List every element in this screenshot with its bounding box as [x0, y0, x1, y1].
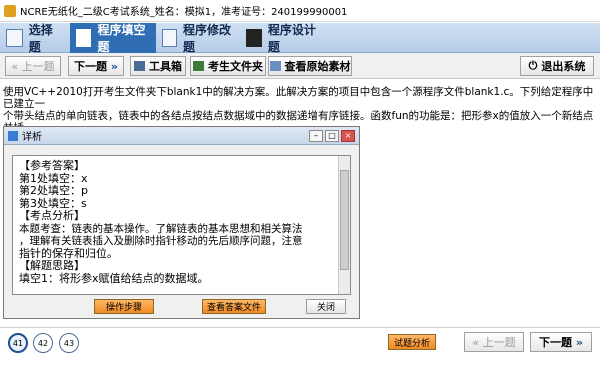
dialog-title: 详析 [22, 132, 42, 143]
window-controls: – □ × [309, 130, 355, 142]
chart-icon [162, 28, 178, 47]
bottom-next-button[interactable]: 下一题 » [530, 332, 592, 352]
grid-icon [76, 28, 92, 47]
page-number: 43 [63, 338, 75, 348]
scrollbar-thumb[interactable] [340, 170, 349, 270]
tab-modify-label: 程序修改题 [183, 22, 232, 54]
tab-choice[interactable]: 选择题 [0, 22, 70, 54]
operation-steps-label: 操作步骤 [105, 303, 142, 313]
analysis-text-area[interactable]: 【参考答案】 第1处填空：x 第2处填空：p 第3处填空：s 【考点分析】 本题… [12, 155, 351, 295]
window-titlebar: NCRE无纸化_二级C考试系统_姓名：模拟1，准考证号：240199990001 [0, 0, 600, 22]
page-42-button[interactable]: 42 [33, 333, 53, 353]
analysis-line: 【考点分析】 [19, 209, 85, 222]
dialog-close-button[interactable]: 关闭 [306, 299, 346, 314]
operation-steps-button[interactable]: 操作步骤 [94, 299, 154, 314]
question-type-tabs: 选择题 程序填空题 程序修改题 程序设计题 [0, 22, 600, 54]
chevron-left-icon: « [11, 59, 22, 73]
toolbar: « 上一题 下一题 » 工具箱 考生文件夹 查看原始素材 ⏻ 退出系统 [0, 53, 600, 79]
image-icon [269, 61, 281, 71]
toolbox-label: 工具箱 [149, 60, 182, 73]
bottom-prev-label: 上一题 [482, 336, 516, 349]
toolbox-icon [134, 61, 145, 71]
analysis-line: 第2处填空：p [19, 184, 88, 197]
tab-choice-label: 选择题 [28, 22, 53, 54]
problem-line: 使用VC++2010打开考生文件夹下blank1中的解决方案。此解决方案的项目中… [3, 86, 594, 110]
page-43-button[interactable]: 43 [59, 333, 79, 353]
page-number: 42 [37, 338, 49, 348]
dialog-icon [8, 130, 18, 141]
folder-icon [193, 61, 204, 71]
chevron-right-icon: » [572, 335, 583, 349]
dialog-close-label: 关闭 [316, 303, 335, 313]
prev-question-label: 上一题 [21, 60, 55, 73]
toolbox-button[interactable]: 工具箱 [130, 56, 186, 76]
student-folder-button[interactable]: 考生文件夹 [190, 56, 266, 76]
analysis-line: 【解题思路】 [19, 259, 85, 272]
monitor-icon [246, 28, 262, 47]
question-analysis-label: 试题分析 [393, 338, 430, 349]
close-icon[interactable]: × [341, 130, 355, 142]
bottom-next-label: 下一题 [539, 336, 573, 349]
tab-design[interactable]: 程序设计题 [240, 22, 328, 54]
view-source-button[interactable]: 查看原始素材 [268, 56, 352, 76]
student-folder-label: 考生文件夹 [208, 60, 263, 73]
window-title: NCRE无纸化_二级C考试系统_姓名：模拟1，准考证号：240199990001 [20, 7, 348, 18]
chevron-left-icon: « [472, 335, 483, 349]
app-logo-icon [4, 4, 16, 17]
analysis-line: 填空1：将形参x赋值给结点的数据域。 [19, 271, 209, 285]
list-icon [6, 28, 23, 47]
vertical-scrollbar[interactable] [338, 156, 350, 294]
chevron-right-icon: » [107, 59, 118, 73]
next-question-label: 下一题 [74, 60, 108, 73]
tab-modify[interactable]: 程序修改题 [156, 22, 240, 54]
tab-fill-blank[interactable]: 程序填空题 [70, 22, 156, 54]
view-source-label: 查看原始素材 [284, 60, 351, 73]
maximize-icon[interactable]: □ [325, 130, 339, 142]
analysis-dialog: 详析 – □ × 【参考答案】 第1处填空：x 第2处填空：p 第3处填空：s … [3, 126, 360, 319]
view-answer-file-label: 查看答案文件 [206, 303, 261, 313]
analysis-line: 本题考查：链表的基本操作。了解链表的基本思想和相关算法 [19, 222, 303, 235]
prev-question-button[interactable]: « 上一题 [5, 56, 61, 76]
view-answer-file-button[interactable]: 查看答案文件 [202, 299, 266, 314]
tab-fill-blank-label: 程序填空题 [97, 22, 146, 54]
dialog-titlebar: 详析 – □ × [4, 127, 359, 145]
next-question-button[interactable]: 下一题 » [68, 56, 124, 76]
analysis-line: 【参考答案】 [19, 159, 85, 172]
question-analysis-button[interactable]: 试题分析 [388, 334, 436, 350]
exit-system-label: 退出系统 [541, 60, 586, 73]
page-number: 41 [12, 338, 24, 348]
bottom-prev-button[interactable]: « 上一题 [464, 332, 524, 352]
power-icon: ⏻ [528, 59, 538, 72]
minimize-icon[interactable]: – [309, 130, 323, 142]
exit-system-button[interactable]: ⏻ 退出系统 [520, 56, 594, 76]
page-41-button[interactable]: 41 [8, 333, 28, 353]
analysis-line: ，理解有关链表插入及删除时指针移动的先后顺序问题，注意 [19, 235, 303, 247]
tab-design-label: 程序设计题 [267, 22, 316, 54]
